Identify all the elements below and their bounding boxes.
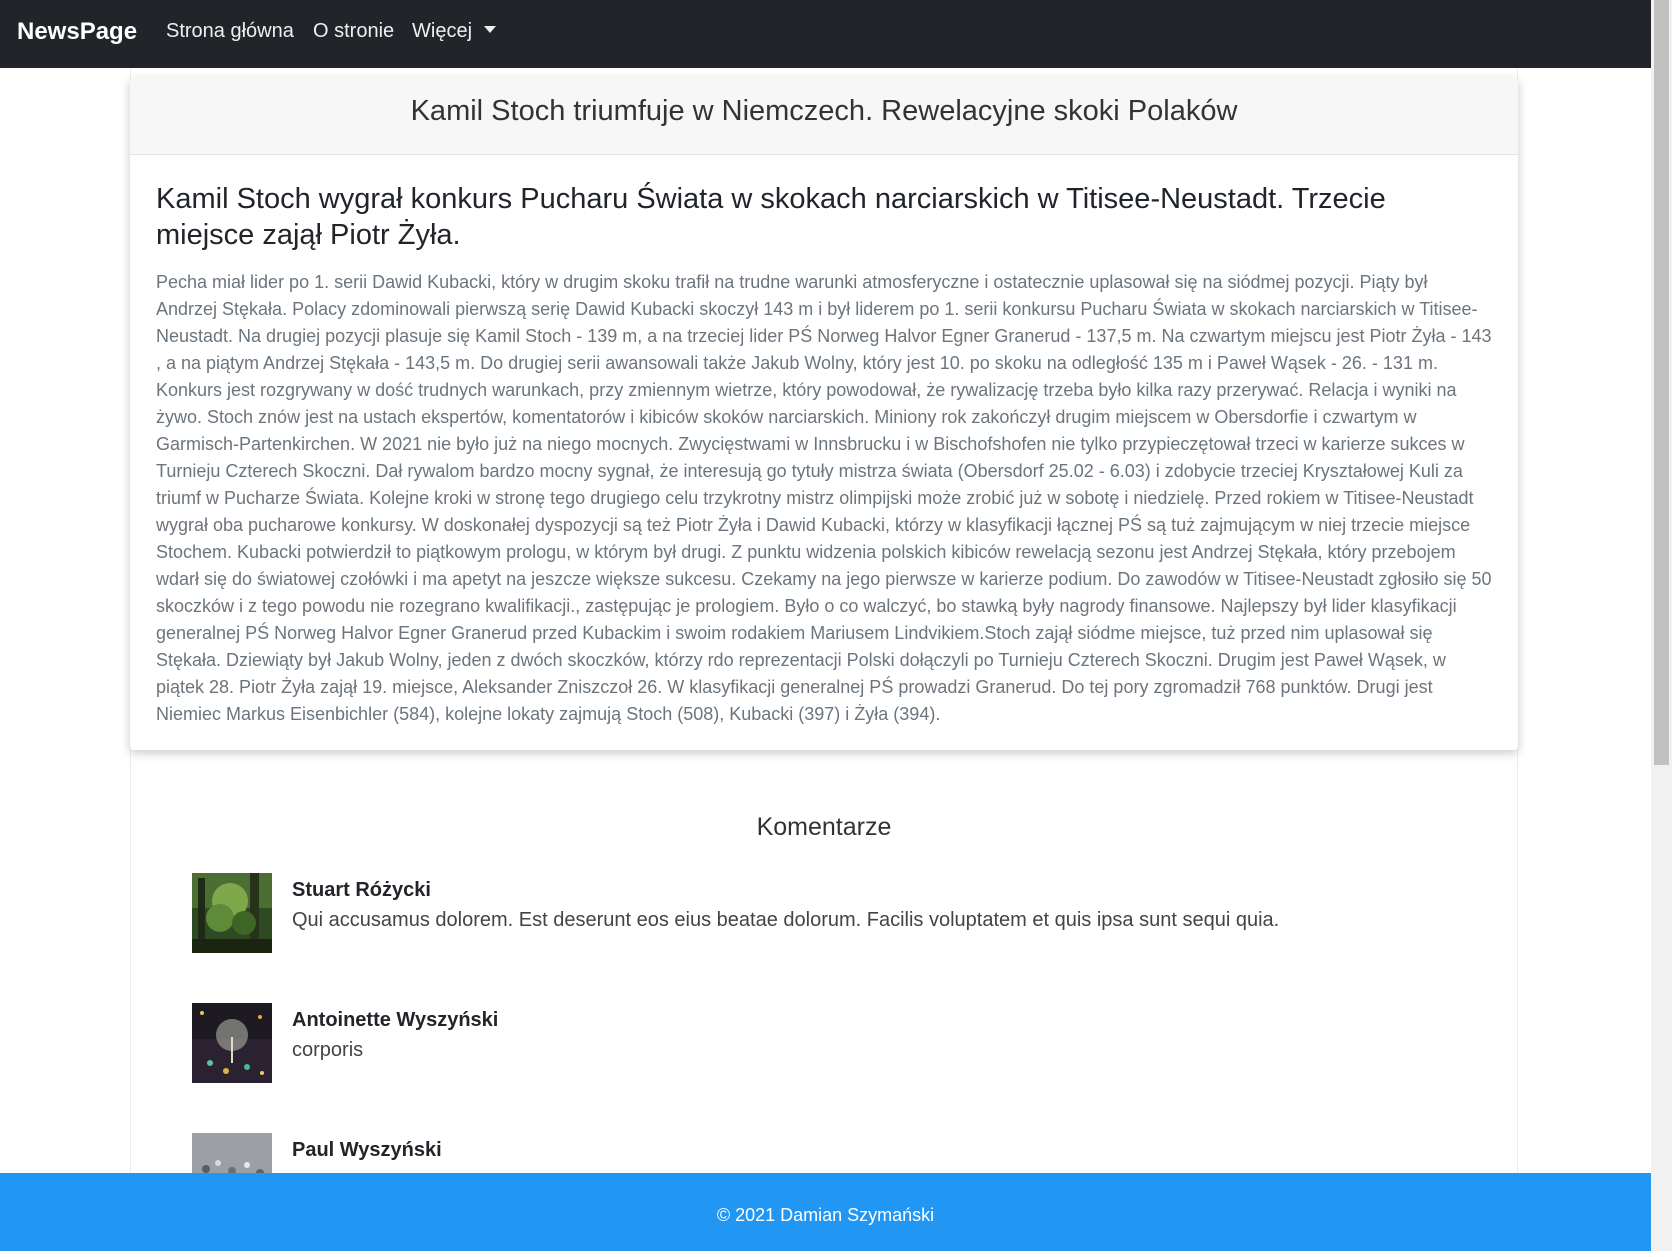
avatar: [192, 873, 272, 953]
nav-link-home[interactable]: Strona główna: [166, 20, 294, 43]
scrollbar-thumb[interactable]: [1654, 0, 1669, 765]
article-text: Pecha miał lider po 1. serii Dawid Kubac…: [156, 272, 1492, 724]
nav-dropdown-more[interactable]: Więcej: [412, 20, 497, 43]
comment-text: corporis: [292, 1039, 364, 1061]
chevron-down-icon: [484, 26, 497, 33]
comment-author: Antoinette Wyszyński: [292, 1009, 499, 1031]
article-card: Kamil Stoch triumfuje w Niemczech. Rewel…: [130, 78, 1518, 750]
comment-text: Qui accusamus dolorem. Est deserunt eos …: [292, 909, 1280, 931]
comment-author: Paul Wyszyński: [292, 1139, 442, 1161]
article-subheading: Kamil Stoch wygrał konkurs Pucharu Świat…: [156, 183, 1386, 251]
copyright-text: © 2021 Damian Szymański: [716, 1205, 935, 1225]
nav-dropdown-label: Więcej: [412, 20, 473, 42]
article-title: Kamil Stoch triumfuje w Niemczech. Rewel…: [130, 78, 1518, 155]
top-navbar: NewsPage Strona główna O stronie Więcej: [0, 0, 1651, 68]
brand-logo[interactable]: NewsPage: [17, 18, 137, 46]
page-scrollbar[interactable]: [1651, 0, 1672, 1251]
avatar: [192, 1003, 272, 1083]
article-body: Kamil Stoch wygrał konkurs Pucharu Świat…: [130, 181, 1518, 728]
comment-author: Stuart Różycki: [292, 879, 431, 901]
nav-link-about[interactable]: O stronie: [313, 20, 394, 43]
page-footer: © 2021 Damian Szymański: [0, 1173, 1651, 1251]
comments-heading: Komentarze: [756, 813, 892, 841]
